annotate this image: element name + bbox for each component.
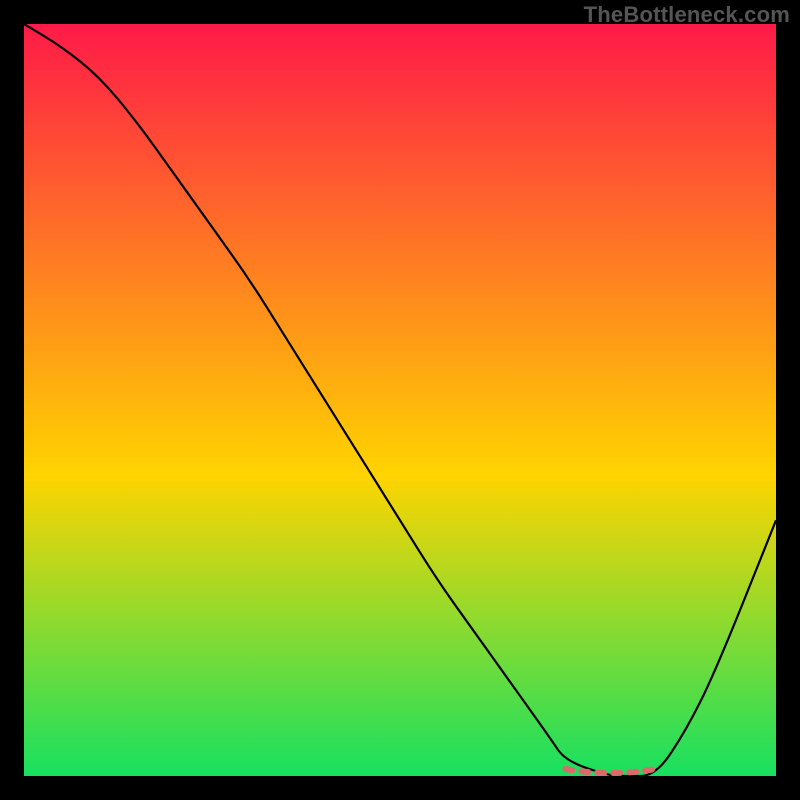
plot-background: [24, 24, 776, 776]
watermark-text: TheBottleneck.com: [584, 2, 790, 28]
chart-container: TheBottleneck.com: [0, 0, 800, 800]
bottleneck-plot: [0, 0, 800, 800]
